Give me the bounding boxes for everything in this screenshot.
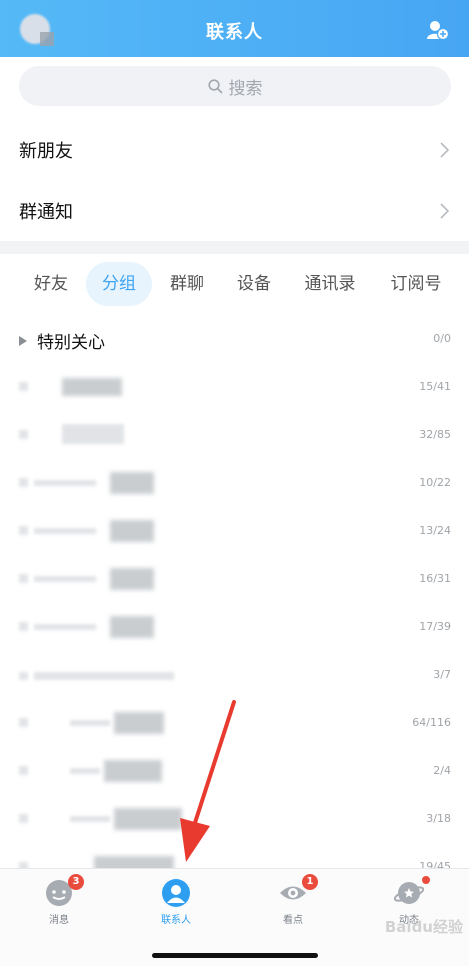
- expand-triangle-icon: [19, 336, 27, 346]
- group-row[interactable]: 10/22: [0, 460, 469, 508]
- tab-devices[interactable]: 设备: [227, 262, 281, 306]
- group-count: 13/24: [419, 524, 451, 537]
- group-row[interactable]: 15/41: [0, 364, 469, 412]
- tab-group-chats[interactable]: 群聊: [160, 262, 214, 306]
- top-bar: 联系人: [0, 0, 469, 57]
- group-notice-label: 群通知: [19, 202, 73, 223]
- group-row[interactable]: 32/85: [0, 412, 469, 460]
- group-row[interactable]: 特别关心 0/0: [0, 316, 469, 364]
- group-row[interactable]: 13/24: [0, 508, 469, 556]
- tab-groups[interactable]: 分组: [86, 262, 152, 306]
- section-divider: [0, 241, 469, 254]
- group-count: 3/18: [426, 812, 451, 825]
- group-count: 64/116: [412, 716, 451, 729]
- annotation-arrow-icon: [180, 700, 236, 862]
- group-count: 32/85: [419, 428, 451, 441]
- group-row[interactable]: 3/7: [0, 652, 469, 700]
- tab-messages[interactable]: 3 消息: [24, 874, 94, 926]
- chevron-right-icon: [440, 142, 449, 158]
- unread-badge: 1: [302, 874, 318, 890]
- group-count: 15/41: [419, 380, 451, 393]
- tab-contacts[interactable]: 联系人: [141, 878, 211, 926]
- group-count: 17/39: [419, 620, 451, 633]
- search-bar[interactable]: 搜索: [19, 66, 451, 106]
- add-friend-icon[interactable]: [427, 20, 449, 40]
- group-notice-row[interactable]: 群通知: [0, 181, 469, 241]
- tab-friends[interactable]: 好友: [24, 262, 78, 306]
- group-row[interactable]: 16/31: [0, 556, 469, 604]
- new-friends-label: 新朋友: [19, 141, 73, 162]
- new-friends-row[interactable]: 新朋友: [0, 120, 469, 180]
- tab-label: 看点: [283, 915, 303, 926]
- contacts-icon: [162, 879, 190, 907]
- tab-subscriptions[interactable]: 订阅号: [384, 262, 448, 306]
- page-title: 联系人: [206, 22, 263, 43]
- group-count: 0/0: [433, 332, 451, 345]
- group-count: 16/31: [419, 572, 451, 585]
- group-count: 10/22: [419, 476, 451, 489]
- planet-icon: [393, 882, 425, 904]
- home-indicator: [152, 953, 318, 958]
- tab-label: 消息: [49, 915, 69, 926]
- group-row[interactable]: 17/39: [0, 604, 469, 652]
- chevron-right-icon: [440, 203, 449, 219]
- watermark: Baidu经验: [384, 918, 463, 936]
- tab-label: 联系人: [161, 915, 191, 926]
- group-count: 3/7: [433, 668, 451, 681]
- contact-tabs: 好友 分组 群聊 设备 通讯录 订阅号: [0, 262, 469, 308]
- tab-address-book[interactable]: 通讯录: [298, 262, 362, 306]
- search-icon: [207, 78, 222, 93]
- tab-highlights[interactable]: 1 看点: [258, 874, 328, 926]
- group-count: 2/4: [433, 764, 451, 777]
- unread-badge: 3: [68, 874, 84, 890]
- notification-dot: [422, 876, 430, 884]
- search-placeholder: 搜索: [228, 78, 263, 99]
- group-name: 特别关心: [37, 333, 105, 353]
